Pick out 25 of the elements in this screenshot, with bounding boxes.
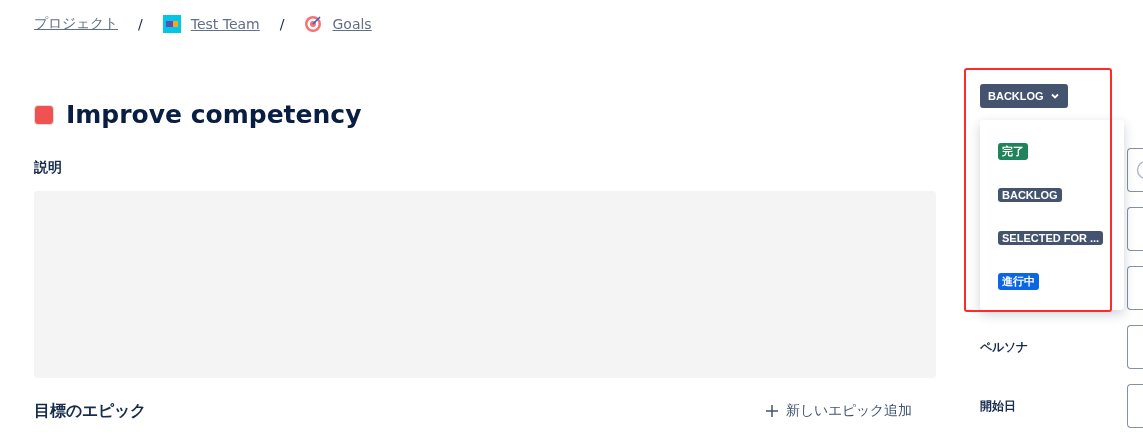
breadcrumb-link[interactable]: Test Team (190, 16, 260, 32)
color-swatch[interactable] (34, 104, 54, 125)
add-epic-button[interactable]: 新しいエピック追加 (762, 398, 936, 424)
status-option[interactable]: 進行中 (980, 258, 1124, 302)
breadcrumb-link[interactable]: Goals (332, 16, 372, 32)
field-label: 開始日 (980, 397, 1017, 415)
target-icon (304, 15, 323, 33)
status-dropdown[interactable]: BACKLOG (980, 84, 1068, 108)
status-option[interactable]: SELECTED FOR ... (980, 215, 1124, 258)
breadcrumb-separator: / (279, 16, 285, 32)
section-label: 目標のエピック (34, 400, 146, 422)
status-lozenge: 完了 (998, 143, 1028, 160)
plus-icon (766, 405, 778, 417)
field-label: ペルソナ (980, 338, 1029, 356)
section-label: 説明 (34, 159, 63, 177)
team-icon (162, 15, 181, 33)
status-option[interactable]: BACKLOG (980, 172, 1124, 215)
status-option[interactable]: 完了 (980, 128, 1124, 172)
breadcrumb-link[interactable]: プロジェクト (34, 15, 118, 33)
status-lozenge: BACKLOG (998, 188, 1062, 202)
status-lozenge: SELECTED FOR ... (998, 231, 1104, 245)
status-lozenge: 進行中 (998, 273, 1039, 290)
goal-title: Improve competency (66, 100, 362, 129)
breadcrumb-separator: / (138, 16, 143, 32)
chevron-icon (1049, 91, 1060, 101)
